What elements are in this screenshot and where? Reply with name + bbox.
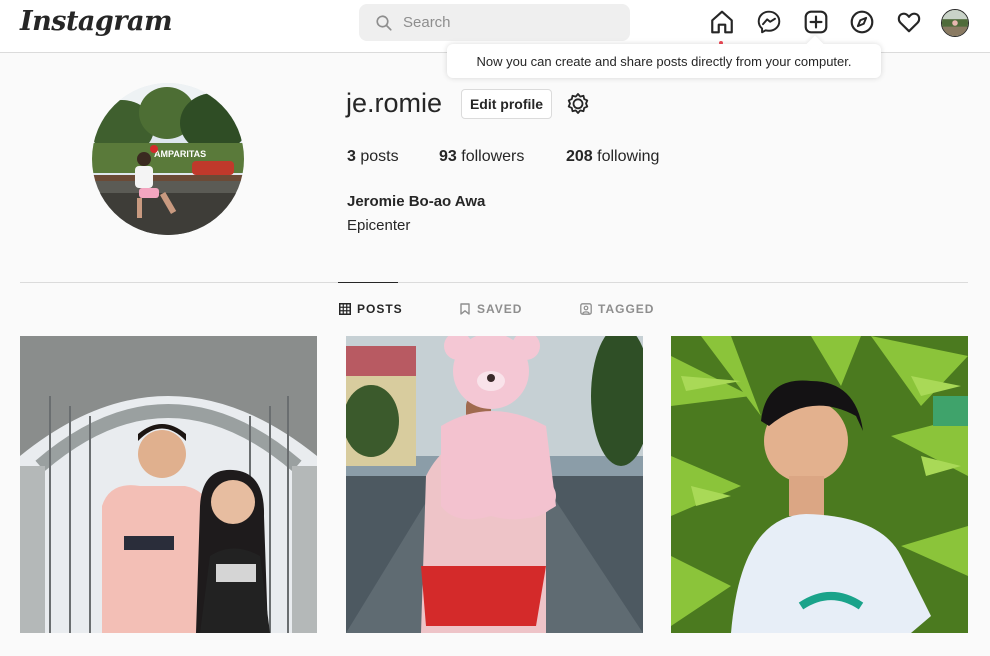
followers-count: 93 — [439, 148, 457, 165]
activity-heart-icon[interactable] — [896, 9, 922, 35]
following-label: following — [597, 148, 660, 165]
messenger-icon[interactable] — [756, 9, 782, 35]
settings-gear-icon[interactable] — [566, 92, 590, 116]
nav-icon-group — [0, 9, 990, 39]
tooltip-text: Now you can create and share posts direc… — [476, 53, 852, 69]
following-stat[interactable]: 208 following — [566, 148, 659, 166]
create-post-tooltip: Now you can create and share posts direc… — [447, 44, 881, 78]
followers-label: followers — [461, 148, 525, 165]
post-thumbnail[interactable] — [346, 336, 643, 633]
grid-icon — [339, 303, 351, 315]
new-post-icon[interactable] — [803, 9, 829, 35]
posts-count: 3 — [347, 148, 356, 165]
profile-picture[interactable]: AMPARITAS — [92, 83, 244, 235]
post-thumbnail[interactable] — [20, 336, 317, 633]
posts-label: posts — [360, 148, 399, 165]
profile-username: je.romie — [346, 88, 443, 118]
posts-stat: 3 posts — [347, 148, 399, 166]
bookmark-icon — [460, 303, 470, 315]
explore-compass-icon[interactable] — [849, 9, 875, 35]
post-thumbnail[interactable] — [671, 336, 968, 633]
profile-full-name: Jeromie Bo-ao Awa — [347, 193, 486, 210]
followers-stat[interactable]: 93 followers — [439, 148, 524, 166]
profile-bio: Epicenter — [347, 217, 411, 234]
tab-saved-label: SAVED — [477, 302, 523, 316]
tagged-icon — [580, 303, 592, 315]
tab-posts-label: POSTS — [357, 302, 403, 316]
home-icon[interactable] — [709, 9, 735, 35]
tab-tagged[interactable]: TAGGED — [580, 302, 654, 316]
tab-tagged-label: TAGGED — [598, 302, 655, 316]
tab-saved[interactable]: SAVED — [459, 302, 522, 316]
svg-text:AMPARITAS: AMPARITAS — [154, 149, 206, 159]
tabs-divider — [20, 282, 968, 283]
tab-posts[interactable]: POSTS — [339, 302, 403, 316]
profile-avatar[interactable] — [941, 9, 969, 37]
edit-profile-button[interactable]: Edit profile — [461, 89, 552, 119]
active-tab-indicator — [338, 282, 398, 283]
following-count: 208 — [566, 148, 593, 165]
